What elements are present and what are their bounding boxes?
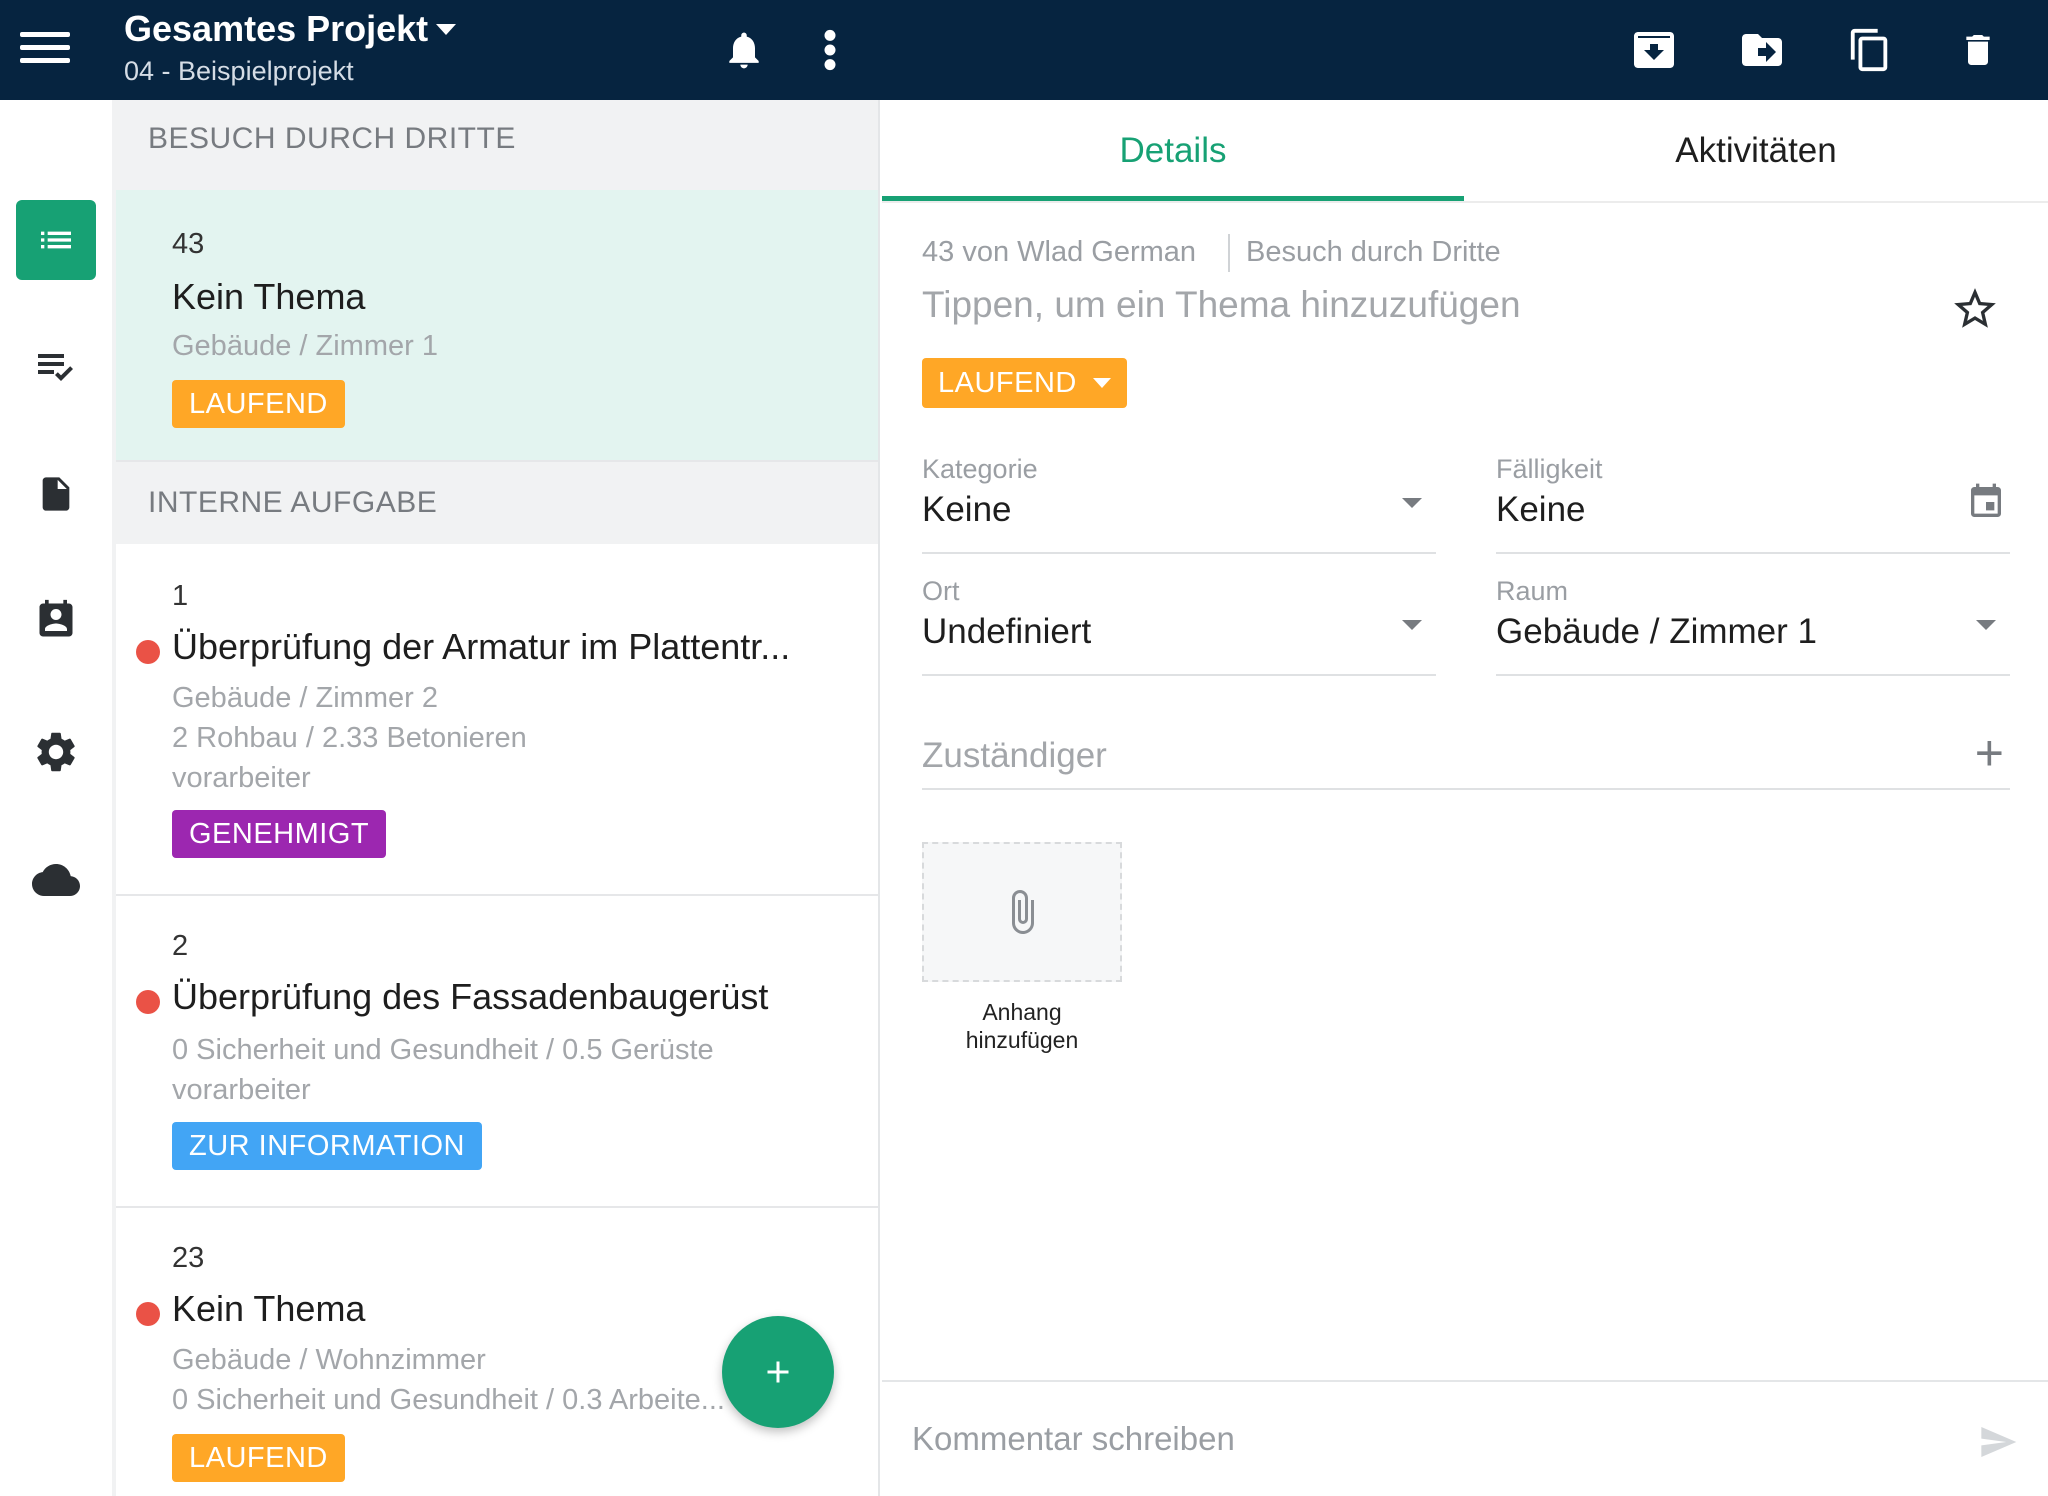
tab-details[interactable]: Details <box>882 100 1464 202</box>
item-title: Überprüfung der Armatur im Plattentr... <box>172 626 791 667</box>
item-room: Gebäude / Wohnzimmer <box>172 1344 486 1376</box>
category-value: Keine <box>922 490 1012 529</box>
plus-icon <box>767 1361 789 1383</box>
due-value: Keine <box>1496 490 1586 529</box>
section-header-visit: BESUCH DURCH DRITTE <box>112 100 878 182</box>
list-icon[interactable] <box>16 200 96 280</box>
item-author: 43 von Wlad German <box>922 236 1197 268</box>
checklist-icon[interactable] <box>16 326 96 406</box>
dropdown-arrow-icon <box>1402 498 1422 508</box>
item-room: Gebäude / Zimmer 2 <box>172 682 438 714</box>
add-assignee-icon[interactable]: + <box>1975 728 2004 778</box>
dropdown-arrow-icon <box>1976 620 1996 630</box>
delete-icon[interactable] <box>1952 24 2004 76</box>
top-app-bar: Gesamtes Projekt 04 - Beispielprojekt <box>0 0 2048 100</box>
item-title: Kein Thema <box>172 1288 366 1329</box>
more-vert-icon[interactable] <box>804 24 856 76</box>
due-date-field[interactable]: Fälligkeit Keine <box>1496 454 2010 554</box>
settings-icon[interactable] <box>16 712 96 792</box>
due-label: Fälligkeit <box>1496 454 1603 484</box>
location-value: Undefiniert <box>922 612 1092 651</box>
priority-dot <box>136 990 160 1014</box>
assignee-label: Zuständiger <box>922 736 1107 775</box>
section-header-internal: INTERNE AUFGABE <box>112 464 878 546</box>
location-select[interactable]: Ort Undefiniert <box>922 576 1436 676</box>
topic-input[interactable]: Tippen, um ein Thema hinzuzufügen <box>922 284 1521 326</box>
item-trade: 2 Rohbau / 2.33 Betonieren <box>172 722 527 754</box>
item-title: Überprüfung des Fassadenbaugerüst <box>172 976 769 1017</box>
list-item[interactable]: 2 Überprüfung des Fassadenbaugerüst 0 Si… <box>116 896 878 1208</box>
comment-bar: Kommentar schreiben <box>882 1380 2048 1496</box>
tab-divider <box>882 201 2048 203</box>
location-label: Ort <box>922 576 960 606</box>
item-type: Besuch durch Dritte <box>1246 236 1501 268</box>
status-badge: ZUR INFORMATION <box>172 1122 482 1170</box>
add-attachment-label: Anhang hinzufügen <box>965 999 1079 1053</box>
dropdown-arrow-icon <box>1402 620 1422 630</box>
task-list-panel: BESUCH DURCH DRITTE 43 Kein Thema Gebäud… <box>112 100 880 1496</box>
category-label: Kategorie <box>922 454 1038 484</box>
add-task-button[interactable] <box>722 1316 834 1428</box>
status-badge: LAUFEND <box>172 1434 345 1482</box>
project-title[interactable]: Gesamtes Projekt <box>124 8 428 50</box>
item-number: 23 <box>172 1242 205 1274</box>
list-item[interactable]: 43 Kein Thema Gebäude / Zimmer 1 LAUFEND <box>116 190 878 462</box>
assignee-field[interactable]: Zuständiger + <box>922 728 2010 790</box>
tab-activities[interactable]: Aktivitäten <box>1464 100 2048 202</box>
item-trade: 0 Sicherheit und Gesundheit / 0.3 Arbeit… <box>172 1384 725 1416</box>
comment-input[interactable]: Kommentar schreiben <box>912 1420 1235 1458</box>
add-attachment-button[interactable] <box>922 842 1122 982</box>
archive-icon[interactable] <box>1628 24 1680 76</box>
star-icon[interactable] <box>1950 284 2000 339</box>
category-select[interactable]: Kategorie Keine <box>922 454 1436 554</box>
item-number: 1 <box>172 580 189 612</box>
detail-panel: Details Aktivitäten 43 von Wlad German B… <box>882 100 2048 1496</box>
item-assignee: vorarbeiter <box>172 762 311 794</box>
item-title: Kein Thema <box>172 276 366 317</box>
bell-icon[interactable] <box>718 24 770 76</box>
status-badge: GENEHMIGT <box>172 810 387 858</box>
calendar-icon[interactable] <box>1966 480 2006 529</box>
priority-dot <box>136 1302 160 1326</box>
project-dropdown-caret-icon[interactable] <box>436 24 456 35</box>
chevron-down-icon <box>1092 378 1111 388</box>
move-to-folder-icon[interactable] <box>1736 24 1788 76</box>
item-room: Gebäude / Zimmer 1 <box>172 330 438 362</box>
copy-icon[interactable] <box>1844 24 1896 76</box>
send-icon[interactable] <box>1976 1422 2020 1467</box>
document-icon[interactable] <box>16 454 96 534</box>
project-subtitle: 04 - Beispielprojekt <box>124 56 354 86</box>
list-item[interactable]: 1 Überprüfung der Armatur im Plattentr..… <box>116 544 878 896</box>
status-dropdown[interactable]: LAUFEND <box>922 358 1127 408</box>
item-number: 2 <box>172 930 189 962</box>
room-select[interactable]: Raum Gebäude / Zimmer 1 <box>1496 576 2010 676</box>
room-value: Gebäude / Zimmer 1 <box>1496 612 1817 651</box>
breadcrumb-divider <box>1228 234 1230 272</box>
navigation-rail <box>0 100 112 1496</box>
paperclip-icon <box>1012 890 1034 934</box>
cloud-icon[interactable] <box>16 840 96 920</box>
item-assignee: vorarbeiter <box>172 1074 311 1106</box>
item-number: 43 <box>172 228 205 260</box>
contacts-icon[interactable] <box>16 580 96 660</box>
room-label: Raum <box>1496 576 1569 606</box>
status-label: LAUFEND <box>938 367 1077 399</box>
item-trade: 0 Sicherheit und Gesundheit / 0.5 Gerüst… <box>172 1034 714 1066</box>
menu-icon[interactable] <box>20 32 76 68</box>
status-badge: LAUFEND <box>172 380 345 428</box>
priority-dot <box>136 640 160 664</box>
